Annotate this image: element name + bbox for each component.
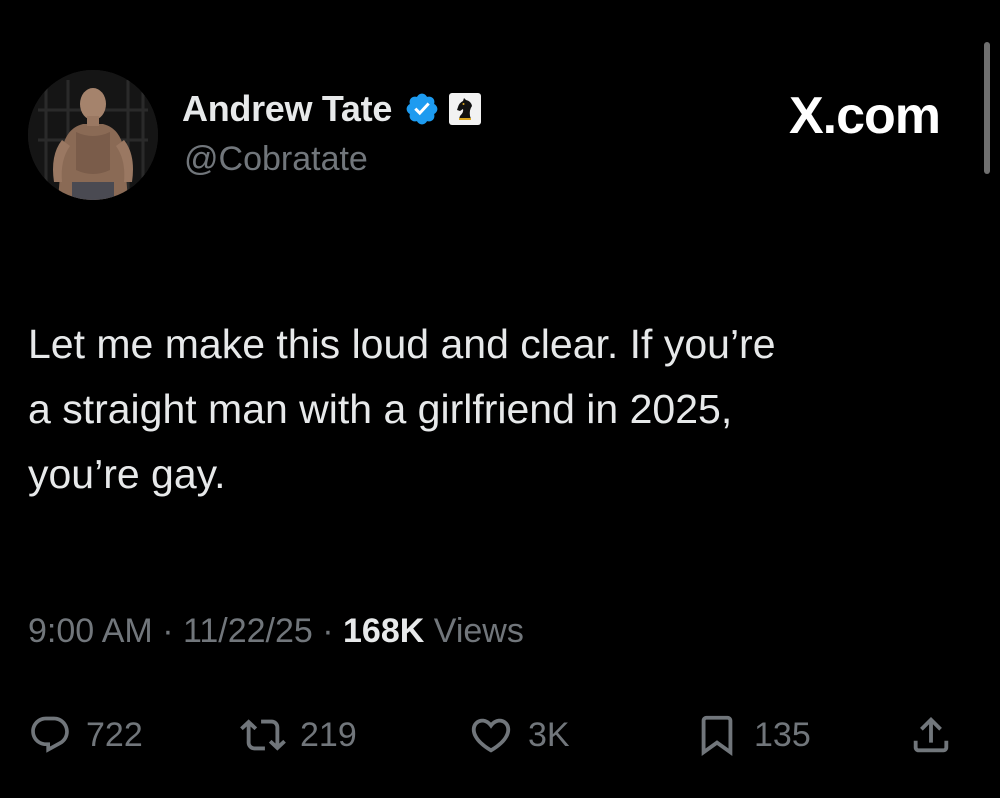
reply-count: 722 <box>86 715 143 754</box>
views-label <box>424 612 433 650</box>
tweet-date[interactable]: 11/22/25 <box>183 612 313 650</box>
repost-count: 219 <box>300 715 357 754</box>
tweet-meta: 9:00 AM · 11/22/25 · 168K Views <box>28 612 524 651</box>
like-count: 3K <box>528 715 570 754</box>
tweet-text-line: Let me make this loud and clear. If you’… <box>28 321 776 367</box>
heart-icon <box>468 712 514 758</box>
action-bar: 722 219 3K 135 <box>28 700 972 770</box>
tweet-text: Let me make this loud and clear. If you’… <box>28 312 958 507</box>
brand-watermark: X.com <box>788 87 941 145</box>
author-name-row: Andrew Tate <box>182 86 482 132</box>
speech-bubble-icon <box>28 713 72 757</box>
bookmark-count: 135 <box>754 715 811 754</box>
tweet-text-line: you’re gay. <box>28 451 226 497</box>
meta-separator: · <box>312 612 344 650</box>
reply-button[interactable]: 722 <box>28 700 143 770</box>
author-display-name[interactable]: Andrew Tate <box>182 88 392 130</box>
views-label-text: Views <box>433 612 524 650</box>
share-button[interactable] <box>908 700 954 770</box>
bookmark-button[interactable]: 135 <box>694 700 811 770</box>
verified-badge-icon[interactable] <box>404 91 440 127</box>
repost-button[interactable]: 219 <box>240 700 357 770</box>
tweet-card: Andrew Tate @Cobratate X.com Let me make… <box>0 0 1000 798</box>
meta-separator: · <box>152 612 183 650</box>
chess-knight-icon[interactable] <box>448 92 482 126</box>
repost-arrows-icon <box>240 712 286 758</box>
like-button[interactable]: 3K <box>468 700 570 770</box>
share-upload-icon <box>908 712 954 758</box>
scrollbar[interactable] <box>984 42 990 174</box>
bookmark-icon <box>694 712 740 758</box>
tweet-time[interactable]: 9:00 AM <box>28 612 153 650</box>
avatar[interactable] <box>28 70 158 200</box>
tweet-text-line: a straight man with a girlfriend in 2025… <box>28 386 733 432</box>
avatar-image <box>28 70 158 200</box>
views-count: 168K <box>343 612 425 650</box>
author-handle[interactable]: @Cobratate <box>184 140 368 179</box>
